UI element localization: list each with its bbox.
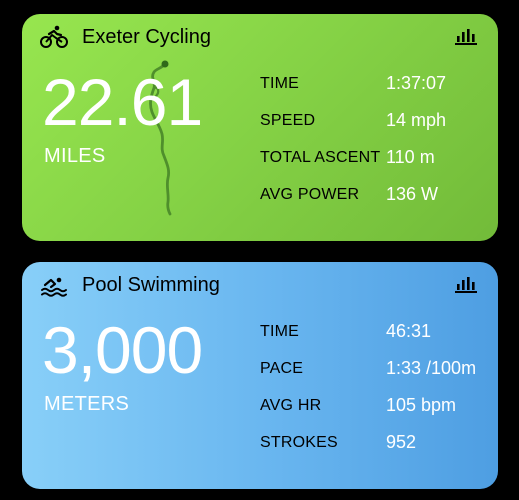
stat-value: 110 m xyxy=(386,147,435,167)
stat-value: 952 xyxy=(386,432,417,452)
swimming-activity-card[interactable]: Pool Swimming 3,000 METERS TIME 46:31 PA… xyxy=(22,262,498,489)
stat-label: AVG HR xyxy=(260,397,322,414)
stat-row-avg-power: AVG POWER 136 W xyxy=(260,177,495,214)
distance-value: 22.61 xyxy=(42,65,203,139)
stat-row-avg-hr: AVG HR 105 bpm xyxy=(260,388,495,425)
stat-value: 105 bpm xyxy=(386,395,457,415)
distance-unit: METERS xyxy=(44,393,130,415)
stat-label: STROKES xyxy=(260,434,338,451)
distance-unit: MILES xyxy=(44,145,106,167)
stat-value: 14 mph xyxy=(386,110,447,130)
chart-icon[interactable] xyxy=(455,27,477,45)
cycling-icon xyxy=(40,25,68,48)
stat-row-pace: PACE 1:33 /100m xyxy=(260,351,495,388)
stat-value: 46:31 xyxy=(386,321,432,341)
swimming-icon xyxy=(41,277,67,297)
stat-label: TIME xyxy=(260,75,300,92)
cycling-activity-card[interactable]: Exeter Cycling 22.61 MILES TIME 1:37:07 … xyxy=(22,14,498,241)
stat-label: PACE xyxy=(260,360,304,377)
card-title: Pool Swimming xyxy=(82,274,220,296)
stat-value: 1:33 /100m xyxy=(386,358,477,378)
stat-value: 1:37:07 xyxy=(386,73,447,93)
stats-list: TIME 1:37:07 SPEED 14 mph TOTAL ASCENT 1… xyxy=(260,66,495,214)
card-title: Exeter Cycling xyxy=(82,26,211,48)
stats-list: TIME 46:31 PACE 1:33 /100m AVG HR 105 bp… xyxy=(260,314,495,462)
stat-value: 136 W xyxy=(386,184,439,204)
chart-icon[interactable] xyxy=(455,275,477,293)
stat-row-speed: SPEED 14 mph xyxy=(260,103,495,140)
stat-row-total-ascent: TOTAL ASCENT 110 m xyxy=(260,140,495,177)
stat-label: AVG POWER xyxy=(260,186,360,203)
distance-value: 3,000 xyxy=(42,313,203,387)
stat-row-strokes: STROKES 952 xyxy=(260,425,495,462)
stat-label: TOTAL ASCENT xyxy=(260,149,381,166)
stat-label: TIME xyxy=(260,323,300,340)
stat-row-time: TIME 1:37:07 xyxy=(260,66,495,103)
stat-label: SPEED xyxy=(260,112,316,129)
stat-row-time: TIME 46:31 xyxy=(260,314,495,351)
